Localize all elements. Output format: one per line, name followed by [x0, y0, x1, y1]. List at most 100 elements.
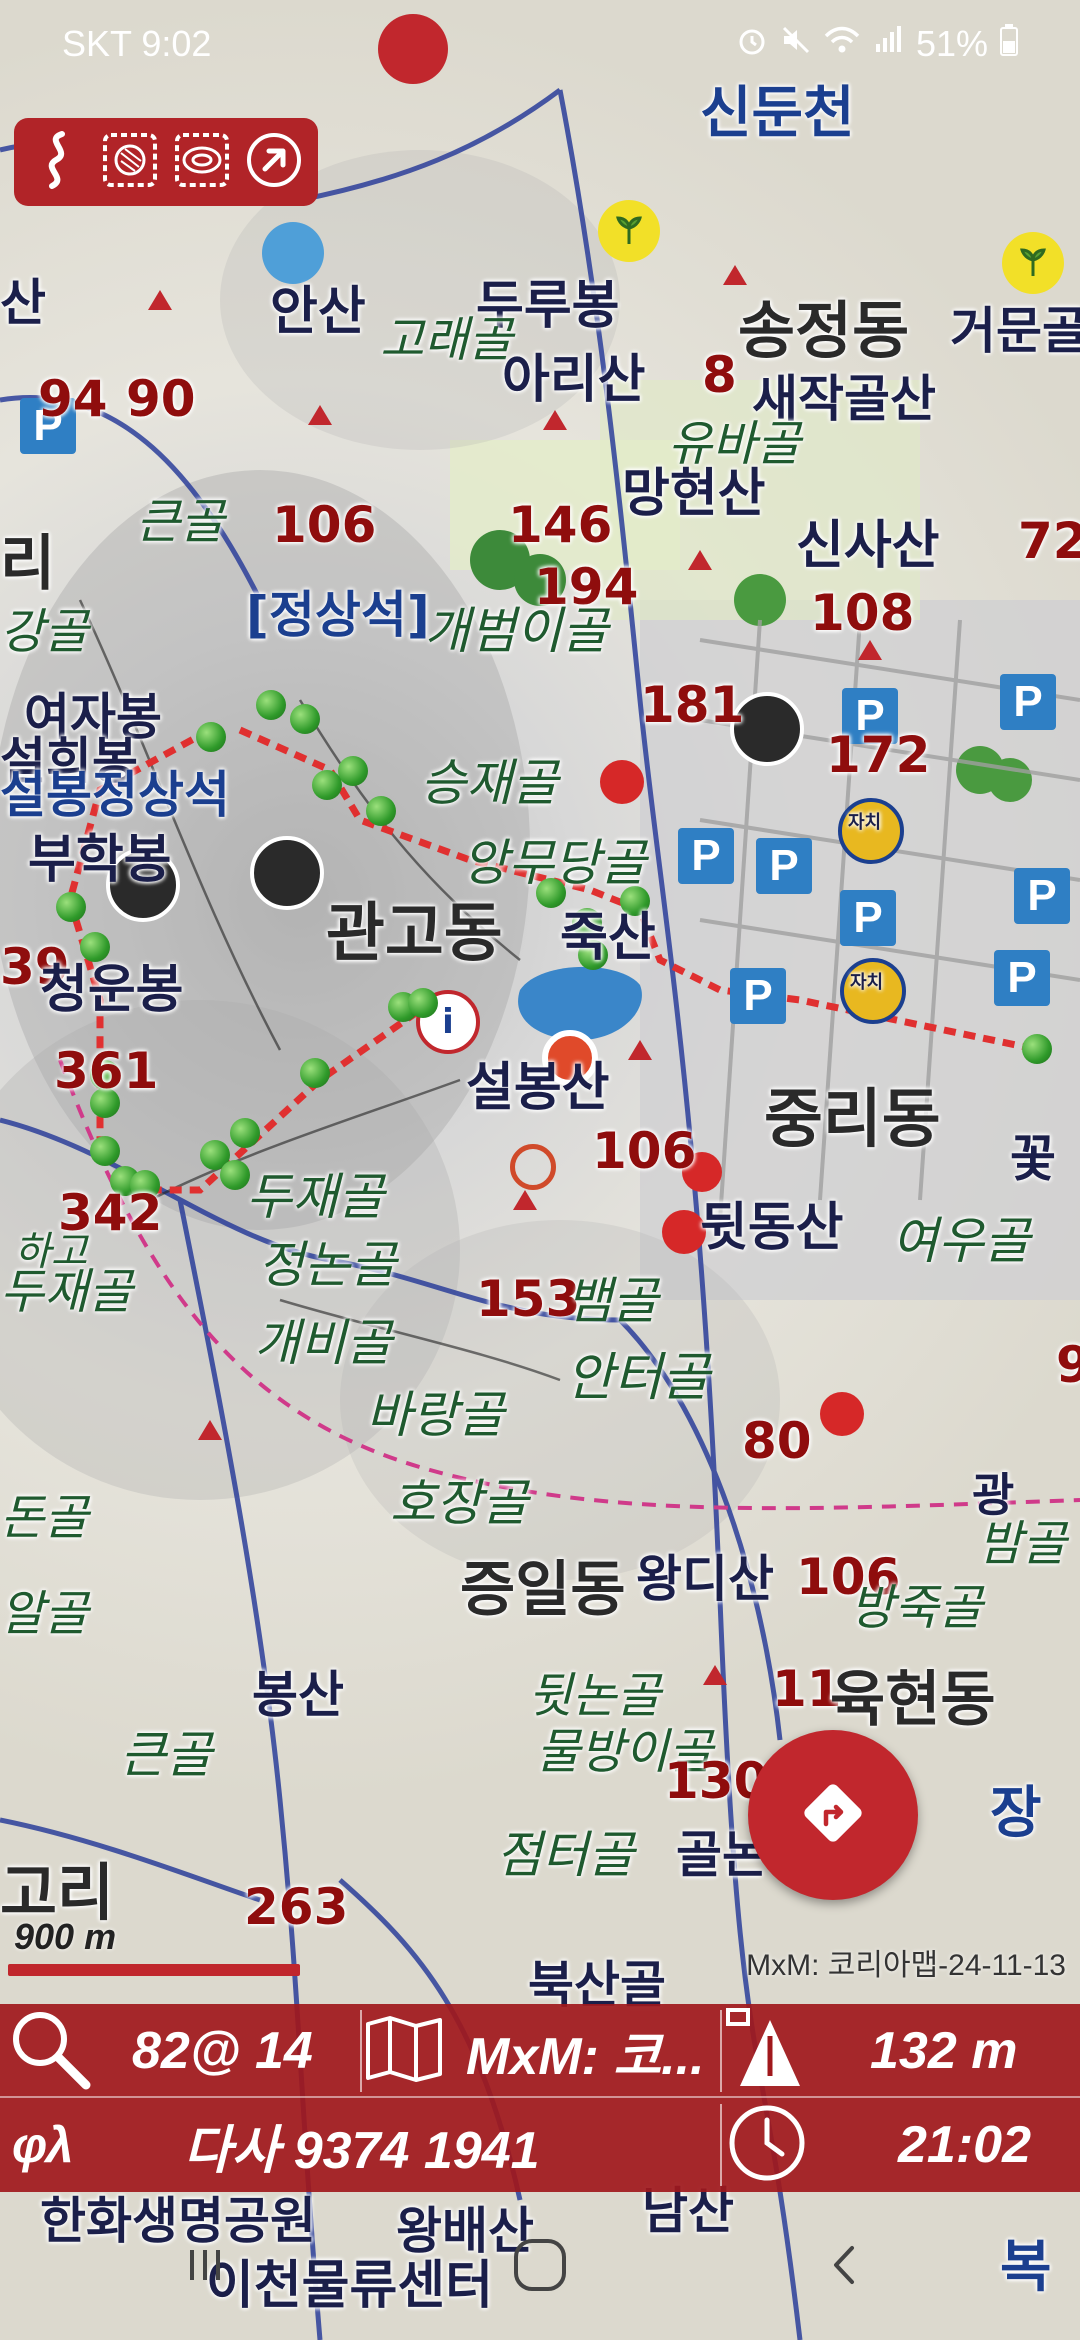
- carrier-time: SKT 9:02: [62, 23, 212, 64]
- recent-apps-icon: [180, 2240, 230, 2294]
- clock-time: 21:02: [898, 2116, 1031, 2174]
- map-label: 바랑골: [366, 1386, 504, 1444]
- map-label: 리: [0, 529, 56, 599]
- info-row-bottom: φλ 다사 9374 1941 21:02: [0, 2098, 1080, 2192]
- map-source-cell[interactable]: MxM: 코...: [364, 2004, 705, 2098]
- clock-cell[interactable]: 21:02: [726, 2098, 1031, 2192]
- map-label: 뒷동산: [700, 1198, 844, 1258]
- altitude-value: 132 m: [870, 2022, 1018, 2080]
- map-label: 설봉산: [466, 1058, 610, 1118]
- track-point: [90, 1136, 120, 1166]
- map-label: 청운봉: [40, 960, 184, 1020]
- track-point: [290, 704, 320, 734]
- map-label: 181: [640, 676, 745, 734]
- mountain-icon: [262, 222, 324, 284]
- scale-label: 900 m: [14, 1916, 117, 1957]
- status-bar: SKT 9:02 51%: [0, 0, 1080, 88]
- map-label: 정논골: [258, 1236, 396, 1294]
- map-attribution: MxM: 코리아맵-24-11-13: [746, 1949, 1066, 1982]
- track-point: [338, 756, 368, 786]
- home-button[interactable]: [495, 2222, 585, 2312]
- aed-icon: [600, 760, 644, 804]
- map-label: 106: [272, 496, 377, 554]
- map-label: 망현산: [622, 464, 766, 524]
- map-label: 알골: [0, 1586, 89, 1642]
- map-label: 106: [592, 1122, 697, 1180]
- track-point: [80, 932, 110, 962]
- search-zoom-cell[interactable]: 82@ 14: [8, 2004, 313, 2098]
- map-label: 호장골: [390, 1474, 528, 1532]
- altitude-icon: [724, 2006, 810, 2096]
- altitude-cell[interactable]: 132 m: [724, 2004, 1017, 2098]
- track-point: [300, 1058, 330, 1088]
- map-label: 90: [126, 370, 196, 428]
- coordinates-cell[interactable]: φλ 다사 9374 1941: [12, 2098, 540, 2192]
- crosshair-icon: [510, 1144, 556, 1190]
- map-label: 8: [702, 346, 737, 404]
- parking-icon: P: [1000, 674, 1056, 730]
- info-panel: 82@ 14 MxM: 코... 132 m φλ 다사 9374 1941 2: [0, 2004, 1080, 2192]
- map-label: 아리산: [502, 350, 646, 410]
- search-icon: [8, 2007, 92, 2095]
- map-label: 돈골: [0, 1490, 89, 1546]
- map-label: 장: [990, 1781, 1042, 1846]
- track-point: [256, 690, 286, 720]
- map-label: 북산골: [528, 1956, 666, 2014]
- map-label: 안산: [270, 282, 366, 342]
- map-label: 두재골: [246, 1168, 384, 1226]
- coords-prefix: φλ: [12, 2117, 74, 2173]
- compass-arrow-icon: [245, 131, 303, 193]
- map-label: 개범이골: [424, 602, 608, 660]
- coordinates-value: 다사 9374 1941: [183, 2121, 540, 2180]
- track-point: [312, 770, 342, 800]
- alarm-icon: [736, 23, 768, 65]
- map-label: 꽃: [1010, 1130, 1056, 1188]
- back-icon: [820, 2240, 870, 2294]
- layer-button[interactable]: [99, 131, 161, 193]
- battery-percent: 51%: [915, 23, 988, 64]
- map-label: 산: [0, 274, 46, 332]
- recent-apps-button[interactable]: [160, 2222, 250, 2312]
- map-label: 설봉정상석: [0, 766, 230, 824]
- map-label: 자치: [848, 812, 882, 833]
- parking-icon: P: [730, 968, 786, 1024]
- route-button[interactable]: [748, 1730, 918, 1900]
- mask-icon: [250, 836, 324, 910]
- map-label: 94: [38, 370, 108, 428]
- map-label: 80: [742, 1412, 812, 1470]
- map-label: 앙무당골: [462, 834, 646, 892]
- signal-icon: [872, 23, 904, 65]
- map-label: 송정동: [738, 294, 910, 367]
- map-label: 승재골: [420, 754, 558, 812]
- battery-icon: [1000, 23, 1018, 65]
- map-label: 361: [54, 1042, 159, 1100]
- route-turn-icon: [798, 1778, 868, 1852]
- map-label: 안터골: [566, 1348, 710, 1408]
- parking-icon: P: [840, 890, 896, 946]
- map-label: 9: [1056, 1336, 1080, 1394]
- map-toolbar: [14, 118, 318, 206]
- track-point: [1022, 1034, 1052, 1064]
- track-button[interactable]: [27, 131, 89, 193]
- overlay-icon: [173, 131, 231, 193]
- track-point: [230, 1118, 260, 1148]
- map-label: 점터골: [496, 1826, 634, 1884]
- map-view[interactable]: P P P P P P P P P i 신둔천 안산 두루봉 고래골 아리산 송…: [0, 0, 1080, 2340]
- map-label: 부학봉: [28, 830, 172, 890]
- map-label: 큰골: [136, 494, 225, 550]
- map-label: 왕디산: [636, 1550, 774, 1608]
- map-label: 개비골: [254, 1314, 392, 1372]
- track-point: [56, 892, 86, 922]
- map-label: 관고동: [326, 897, 503, 971]
- overlay-button[interactable]: [171, 131, 233, 193]
- map-label: 신사산: [796, 516, 940, 576]
- map-label: 두재골: [0, 1264, 133, 1320]
- back-button[interactable]: [800, 2222, 890, 2312]
- home-icon: [508, 2233, 572, 2301]
- map-label: 자치: [850, 972, 884, 993]
- map-label: 153: [476, 1270, 581, 1328]
- map-label: 뱀골: [566, 1272, 658, 1330]
- parking-icon: P: [678, 828, 734, 884]
- compass-button[interactable]: [243, 131, 305, 193]
- scale-bar: [8, 1964, 300, 1976]
